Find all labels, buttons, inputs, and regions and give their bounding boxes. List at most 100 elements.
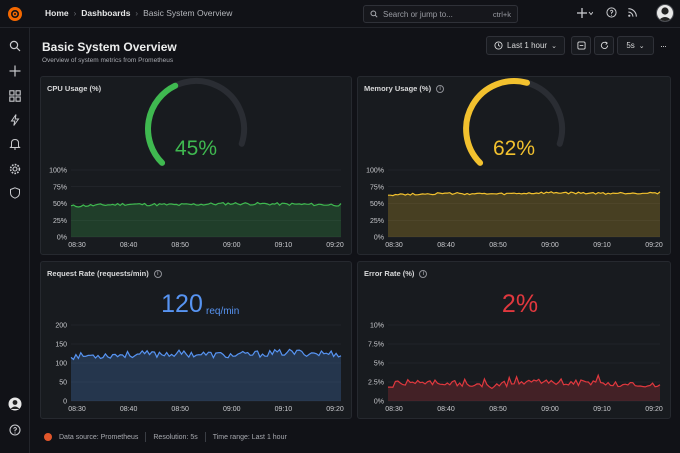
series-area — [388, 191, 660, 237]
search-icon[interactable] — [9, 40, 21, 52]
refresh-interval-label: 5s — [626, 41, 635, 50]
info-icon[interactable]: i — [436, 84, 445, 93]
x-tick-label: 09:00 — [223, 242, 241, 249]
help-icon[interactable] — [9, 424, 21, 436]
dashboards-icon[interactable] — [9, 90, 21, 102]
x-tick-label: 09:20 — [326, 242, 344, 249]
x-tick-label: 08:30 — [68, 406, 86, 413]
x-tick-label: 09:00 — [223, 406, 241, 413]
y-tick-label: 7.5% — [368, 342, 384, 349]
y-tick-label: 50% — [53, 201, 67, 208]
bell-icon[interactable] — [9, 138, 21, 150]
chevron-right-icon: › — [135, 8, 139, 18]
plus-icon[interactable] — [9, 65, 21, 77]
y-tick-label: 100 — [55, 361, 67, 368]
info-icon[interactable]: i — [153, 269, 162, 278]
x-tick-label: 08:30 — [68, 242, 86, 249]
stat-unit: req/min — [206, 306, 239, 317]
search-placeholder: Search or jump to... — [383, 9, 453, 19]
breadcrumb-current[interactable]: Basic System Overview — [143, 8, 232, 18]
x-tick-label: 08:30 — [385, 242, 403, 249]
x-tick-label: 09:10 — [593, 242, 611, 249]
side-rail — [0, 28, 30, 453]
x-tick-label: 09:10 — [275, 406, 293, 413]
y-tick-label: 25% — [53, 218, 67, 225]
plus-icon[interactable] — [577, 7, 593, 19]
zoom-out-button[interactable] — [571, 36, 591, 55]
x-tick-label: 08:50 — [171, 406, 189, 413]
rss-icon[interactable] — [627, 7, 638, 18]
divider — [145, 432, 147, 442]
search-input[interactable]: Search or jump to... ctrl+k — [363, 5, 518, 23]
y-tick-label: 5% — [374, 361, 384, 368]
search-shortcut: ctrl+k — [492, 9, 511, 19]
page-title: Basic System Overview — [42, 40, 177, 54]
x-tick-label: 09:20 — [326, 406, 344, 413]
breadcrumb-dashboards[interactable]: Dashboards — [81, 8, 130, 18]
breadcrumb: Home › Dashboards › Basic System Overvie… — [45, 8, 232, 18]
error-rate-panel[interactable]: 2% 10% 7.5% 5% 2.5% 0% 08:30 08:40 08:50 09:00 09:… — [357, 261, 671, 419]
avatar[interactable] — [656, 4, 674, 22]
memory-usage-panel[interactable]: 62% 100% 75% 50% 25% 0% 08:30 08:40 08:50 09:00 09… — [357, 76, 671, 255]
y-tick-label: 100% — [366, 168, 384, 175]
refresh-icon — [600, 41, 608, 49]
gear-icon[interactable] — [9, 163, 21, 175]
time-range-picker[interactable]: Last 1 hour ⌄ — [486, 36, 565, 55]
y-tick-label: 0% — [374, 235, 384, 242]
shield-icon[interactable] — [9, 187, 21, 199]
y-tick-label: 100% — [49, 168, 67, 175]
request-rate-panel[interactable]: 120 req/min 200 150 100 50 0 08:30 08:40 08:50 09:… — [40, 261, 352, 419]
help-icon[interactable] — [606, 7, 617, 18]
request-rate-chart: 120 req/min 200 150 100 50 008:30 08:40 08:50 09:… — [55, 290, 344, 413]
stat-value: 62% — [493, 137, 535, 160]
chevron-down-icon: ⌄ — [638, 42, 645, 50]
time-range-label: Last 1 hour — [507, 41, 548, 50]
y-tick-label: 75% — [370, 184, 384, 191]
divider — [204, 432, 206, 442]
x-tick-label: 09:20 — [645, 242, 663, 249]
profile-icon[interactable] — [8, 397, 22, 411]
y-tick-label: 10% — [370, 323, 384, 330]
cpu-usage-chart: 45% 100% 75% 50% 25% 0%08:30 08:40 08:50 09:00 09… — [49, 77, 344, 249]
series-area — [71, 202, 341, 237]
x-tick-label: 09:10 — [593, 406, 611, 413]
prometheus-icon — [44, 433, 52, 441]
top-bar: Home › Dashboards › Basic System Overvie… — [0, 0, 680, 28]
x-tick-label: 08:40 — [437, 242, 455, 249]
y-tick-label: 0% — [374, 399, 384, 406]
breadcrumb-home[interactable]: Home — [45, 8, 69, 18]
more-options-button[interactable]: ··· — [655, 36, 671, 55]
y-tick-label: 75% — [53, 184, 67, 191]
footer-datasource: Data source: Prometheus — [59, 433, 139, 441]
x-tick-label: 08:30 — [385, 406, 403, 413]
search-icon — [370, 10, 378, 18]
grafana-logo-icon[interactable] — [7, 6, 23, 22]
x-tick-label: 08:50 — [489, 242, 507, 249]
gauge-fill — [145, 82, 179, 166]
more-icon: ··· — [660, 40, 667, 51]
page-subtitle: Overview of system metrics from Promethe… — [42, 57, 174, 64]
error-rate-chart: 2% 10% 7.5% 5% 2.5% 0%08:30 08:40 08:50 09:00 09:… — [368, 290, 663, 413]
y-tick-label: 200 — [55, 323, 67, 330]
y-tick-label: 0% — [57, 235, 67, 242]
memory-usage-chart: 62% 100% 75% 50% 25% 0%08:30 08:40 08:50 09:00 09… — [366, 77, 663, 249]
stat-value: 2% — [502, 290, 538, 318]
stat-value: 45% — [175, 137, 217, 160]
chevron-down-icon: ⌄ — [551, 42, 557, 50]
panel-title: Request Rate (requests/min) i — [47, 269, 162, 278]
footer: Data source: Prometheus Resolution: 5s T… — [44, 432, 287, 442]
y-tick-label: 25% — [370, 218, 384, 225]
footer-resolution: Resolution: 5s — [153, 433, 198, 441]
refresh-interval-picker[interactable]: 5s ⌄ — [617, 36, 654, 55]
info-icon[interactable]: i — [419, 269, 428, 278]
alerting-icon[interactable] — [9, 114, 21, 126]
footer-time-range: Time range: Last 1 hour — [212, 433, 287, 441]
x-tick-label: 09:00 — [541, 242, 559, 249]
x-tick-label: 08:50 — [489, 406, 507, 413]
x-tick-label: 09:20 — [645, 406, 663, 413]
x-tick-label: 09:10 — [275, 242, 293, 249]
cpu-usage-panel[interactable]: 45% 100% 75% 50% 25% 0% 08:30 08:40 08:50 09:00 09… — [40, 76, 352, 255]
x-tick-label: 08:40 — [437, 406, 455, 413]
refresh-button[interactable] — [594, 36, 614, 55]
user-avatar-icon — [658, 7, 672, 21]
